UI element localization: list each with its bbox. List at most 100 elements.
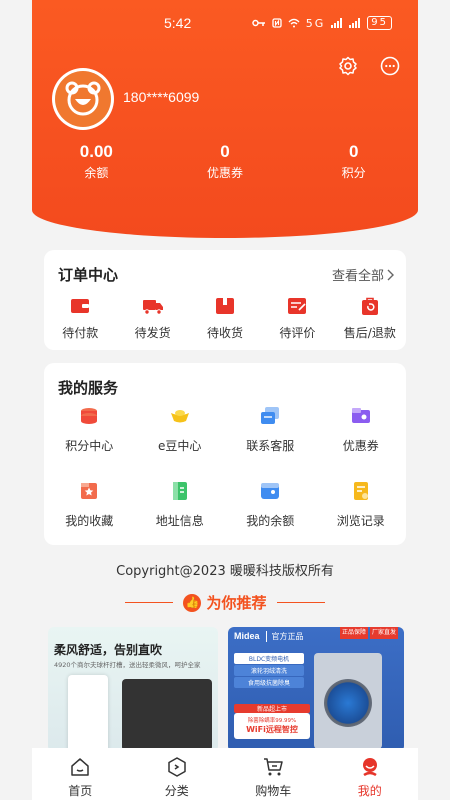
tab-label: 分类 <box>164 784 189 798</box>
order-pending-payment[interactable]: 待付款 <box>44 296 116 341</box>
order-center-title: 订单中心 <box>58 266 119 284</box>
tab-mine[interactable]: 我的 <box>322 748 419 800</box>
washer-door <box>324 679 372 727</box>
service-browse-history[interactable]: 浏览记录 <box>316 480 407 529</box>
view-all-label: 查看全部 <box>331 269 384 284</box>
order-pending-receipt[interactable]: 待收货 <box>189 296 261 341</box>
badge: 正品保障 <box>339 627 368 639</box>
favorite-star-icon <box>81 483 98 499</box>
thumbs-up-icon: 👍 <box>183 593 202 612</box>
corner-badges: 正品保障 厂家直发 <box>339 627 398 639</box>
order-after-sales[interactable]: 售后/退款 <box>334 296 406 341</box>
feature-tag: BLDC变频电机 <box>234 653 304 664</box>
product-subtitle: 4920个商尔夫球杆打槽，送出轻柔微风，呵护全家 <box>54 661 201 669</box>
service-points-center[interactable]: 积分中心 <box>44 405 135 454</box>
chevron-right-icon <box>387 269 394 280</box>
divider-right <box>276 601 325 604</box>
recommend-label: 为你推荐 <box>206 594 267 612</box>
view-all-orders-link[interactable]: 查看全部 <box>332 265 394 284</box>
product-title: 柔风舒适，告别直吹 <box>54 643 163 657</box>
user-phone[interactable]: 180****6099 <box>123 89 199 105</box>
coin-stack-icon <box>81 408 98 424</box>
coupon-ticket-icon <box>351 408 370 423</box>
header-actions <box>338 56 400 76</box>
recommend-title: 👍 为你推荐 <box>183 592 267 613</box>
stat-balance[interactable]: 0.00 余额 <box>32 142 161 181</box>
stat-label: 优惠券 <box>207 166 244 180</box>
order-center-card: 订单中心 查看全部 待付款 待发货 待收货 待评价 售后/退款 <box>44 250 406 350</box>
stat-label: 积分 <box>341 166 366 180</box>
service-favorites[interactable]: 我的收藏 <box>44 480 135 529</box>
status-bar: 5:42 5G 95 <box>32 10 418 36</box>
status-time: 5:42 <box>164 15 192 31</box>
package-box-icon <box>216 298 235 314</box>
account-stats: 0.00 余额 0 优惠券 0 积分 <box>32 142 418 181</box>
feature-tag: 滚轮羽绒清洗 <box>234 665 304 676</box>
lifestyle-photo <box>122 679 212 751</box>
order-label: 待付款 <box>62 326 99 340</box>
service-bean-center[interactable]: e豆中心 <box>135 405 226 454</box>
brand-logo: Midea <box>234 631 260 641</box>
promo-banner: 新品超上市 <box>234 704 310 713</box>
order-pending-review[interactable]: 待评价 <box>261 296 333 341</box>
gold-ingot-icon <box>170 410 189 423</box>
stat-value: 0 <box>220 142 230 161</box>
battery-indicator: 95 <box>367 16 392 30</box>
service-label: 地址信息 <box>155 514 204 528</box>
bottom-tab-bar: 首页 分类 购物车 我的 <box>32 748 418 800</box>
copyright-text: Copyright@2023 暖暖科技版权所有 <box>116 564 334 579</box>
service-coupons[interactable]: 优惠券 <box>316 405 407 454</box>
service-label: e豆中心 <box>158 439 202 453</box>
review-card-icon <box>288 298 307 314</box>
tab-label: 购物车 <box>255 784 292 798</box>
product-card-air-conditioner[interactable]: 柔风舒适，告别直吹 4920个商尔夫球杆打槽，送出轻柔微风，呵护全家 <box>48 627 218 752</box>
air-conditioner-image <box>68 675 108 752</box>
avatar-logo <box>55 71 111 127</box>
stat-value: 0 <box>348 142 359 161</box>
signal-icon-2 <box>349 18 361 28</box>
my-services-card: 我的服务 积分中心 e豆中心 联系客服 优惠券 我的收藏 地址信息 我的余额 浏… <box>44 363 406 545</box>
stat-value: 0.00 <box>79 142 113 161</box>
order-pending-shipment[interactable]: 待发货 <box>116 296 188 341</box>
user-profile-icon <box>362 758 377 777</box>
services-grid: 积分中心 e豆中心 联系客服 优惠券 我的收藏 地址信息 我的余额 浏览记录 <box>44 405 406 529</box>
home-icon <box>71 758 89 776</box>
delivery-truck-icon <box>142 300 163 315</box>
service-my-balance[interactable]: 我的余额 <box>225 480 316 529</box>
service-customer-support[interactable]: 联系客服 <box>225 405 316 454</box>
tab-cart[interactable]: 购物车 <box>225 748 322 800</box>
status-icons: 5G 95 <box>251 16 392 30</box>
order-label: 待收货 <box>207 326 244 340</box>
brand-tag: 官方正品 <box>265 630 304 642</box>
service-label: 我的收藏 <box>65 514 114 528</box>
service-label: 我的余额 <box>246 514 295 528</box>
settings-icon[interactable] <box>338 56 358 76</box>
tab-category[interactable]: 分类 <box>129 748 226 800</box>
shopping-cart-icon <box>264 758 283 776</box>
wifi-icon <box>288 18 300 28</box>
washing-machine-image <box>314 653 382 749</box>
promo-box: 除菌除螨率99.99% WiFi远程智控 <box>234 713 310 739</box>
address-book-icon <box>172 482 187 500</box>
product-card-washing-machine[interactable]: Midea 官方正品 正品保障 厂家直发 BLDC变频电机 滚轮羽绒清洗 食用级… <box>228 627 404 752</box>
order-label: 售后/退款 <box>343 326 396 340</box>
feature-tag: 食用级抗菌除臭 <box>234 677 304 688</box>
divider-left <box>125 601 174 604</box>
stat-points[interactable]: 0 积分 <box>289 142 418 181</box>
service-addresses[interactable]: 地址信息 <box>135 480 226 529</box>
tab-home[interactable]: 首页 <box>32 748 129 800</box>
profile-header: 5:42 5G 95 180****6099 0.00 余额 0 优惠券 0 积… <box>32 0 418 238</box>
stat-coupons[interactable]: 0 优惠券 <box>161 142 290 181</box>
avatar[interactable] <box>52 68 114 130</box>
message-icon[interactable] <box>380 56 400 76</box>
tab-label: 首页 <box>68 784 93 798</box>
service-label: 优惠券 <box>342 439 379 453</box>
promo-line: WiFi远程智控 <box>246 725 298 734</box>
recommend-header: 👍 为你推荐 <box>32 592 418 613</box>
badge: 厂家直发 <box>369 627 398 639</box>
order-label: 待评价 <box>279 326 316 340</box>
order-status-row: 待付款 待发货 待收货 待评价 售后/退款 <box>44 296 406 341</box>
nfc-icon <box>272 18 282 28</box>
service-label: 联系客服 <box>246 439 295 453</box>
signal-icon <box>331 18 343 28</box>
